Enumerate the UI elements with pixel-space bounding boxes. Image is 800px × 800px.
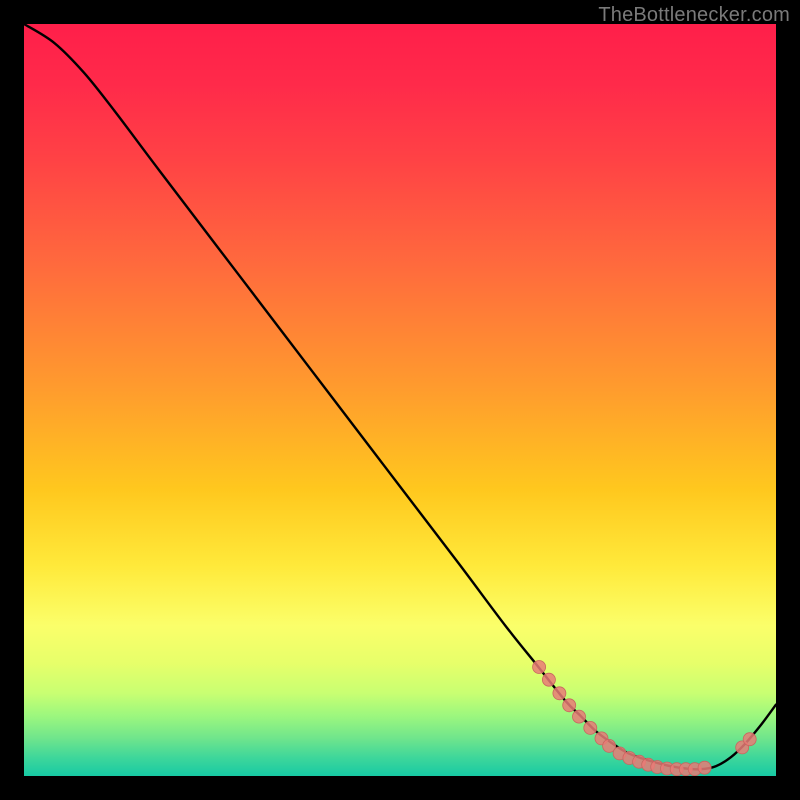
data-marker	[563, 699, 576, 712]
data-marker	[743, 733, 756, 746]
data-marker	[584, 721, 597, 734]
marker-group	[533, 661, 757, 776]
data-marker	[553, 687, 566, 700]
chart-stage: TheBottlenecker.com	[0, 0, 800, 800]
attribution-label: TheBottlenecker.com	[598, 4, 790, 27]
data-marker	[573, 710, 586, 723]
data-marker	[533, 661, 546, 674]
bottleneck-curve	[24, 24, 776, 769]
data-marker	[698, 761, 711, 774]
data-marker	[542, 673, 555, 686]
plot-area	[24, 24, 776, 776]
curve-layer	[24, 24, 776, 776]
